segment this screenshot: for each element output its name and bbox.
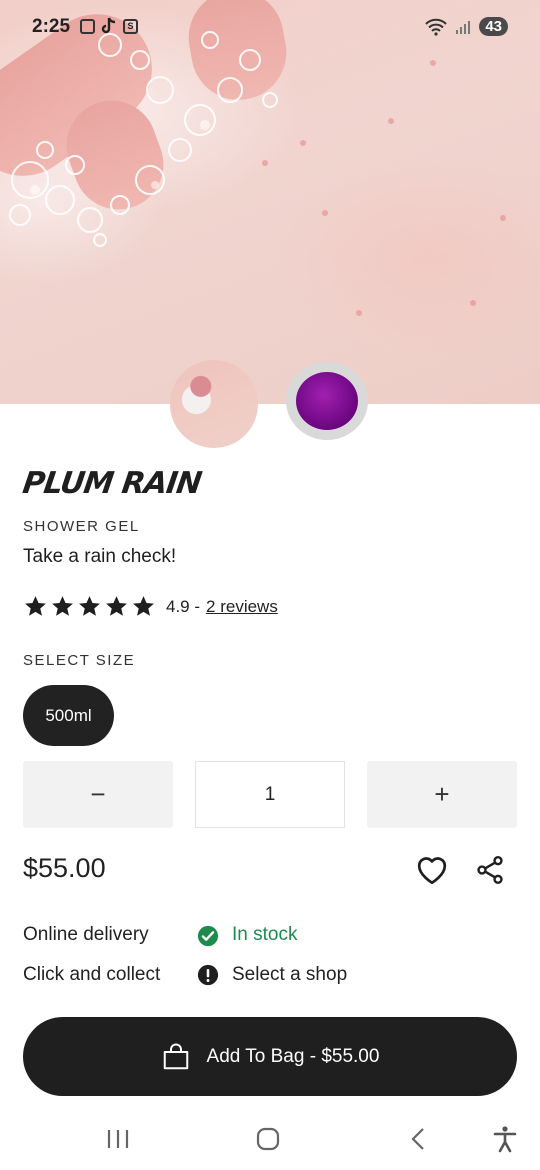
home-icon[interactable]: [253, 1124, 283, 1154]
quantity-increase-button[interactable]: +: [367, 761, 517, 828]
tiktok-icon: [101, 17, 116, 34]
status-time: 2:25: [32, 16, 71, 37]
status-system-icons: 43: [425, 17, 508, 36]
star-icon: [79, 596, 100, 616]
rating-row: 4.9 - 2 reviews: [23, 594, 278, 619]
back-icon[interactable]: [404, 1124, 434, 1154]
accessibility-icon[interactable]: [490, 1124, 520, 1154]
select-shop-link[interactable]: Select a shop: [232, 964, 347, 986]
quantity-field[interactable]: 1: [195, 761, 345, 828]
lifestyle-thumbnail[interactable]: [170, 360, 258, 448]
check-circle-icon: [197, 925, 219, 947]
product-jar-thumbnail[interactable]: [286, 362, 368, 440]
recents-icon[interactable]: [103, 1124, 133, 1154]
rating-value: 4.9 -: [166, 596, 201, 616]
product-details: PLUM RAIN SHOWER GEL Take a rain check! …: [20, 466, 517, 669]
star-icon: [52, 596, 73, 616]
signal-icon: [456, 20, 471, 34]
shopping-bag-icon: [163, 1043, 188, 1069]
add-to-bag-label: Add To Bag - $55.00: [206, 1045, 380, 1067]
share-icon[interactable]: [474, 854, 506, 886]
click-and-collect-label: Click and collect: [23, 964, 161, 985]
screenshot-icon: [80, 18, 95, 34]
product-tagline: Take a rain check!: [23, 546, 177, 567]
s-app-icon: S: [123, 18, 138, 34]
product-hero-image[interactable]: [0, 0, 540, 404]
wifi-icon: [425, 18, 448, 36]
status-notification-icons: S: [80, 17, 138, 35]
battery-icon: 43: [479, 17, 508, 36]
in-stock-status: In stock: [232, 924, 298, 945]
product-category: SHOWER GEL: [23, 518, 140, 535]
product-name: PLUM RAIN: [20, 466, 204, 501]
add-to-bag-button[interactable]: Add To Bag - $55.00: [23, 1017, 517, 1096]
product-jar-image: [296, 372, 358, 430]
reviews-link[interactable]: 2 reviews: [206, 597, 278, 617]
product-price: $55.00: [23, 853, 106, 883]
star-icon: [133, 596, 154, 616]
status-bar: 2:25 S 43: [0, 0, 540, 56]
quantity-decrease-button[interactable]: −: [23, 761, 173, 828]
heart-icon[interactable]: [414, 852, 450, 888]
star-icon: [106, 596, 127, 616]
size-label: SELECT SIZE: [23, 652, 136, 669]
star-icon: [25, 596, 46, 616]
exclamation-circle-icon: [197, 964, 219, 986]
size-option-500ml[interactable]: 500ml: [23, 685, 114, 746]
system-nav-bar: [0, 1110, 540, 1170]
online-delivery-label: Online delivery: [23, 924, 149, 945]
